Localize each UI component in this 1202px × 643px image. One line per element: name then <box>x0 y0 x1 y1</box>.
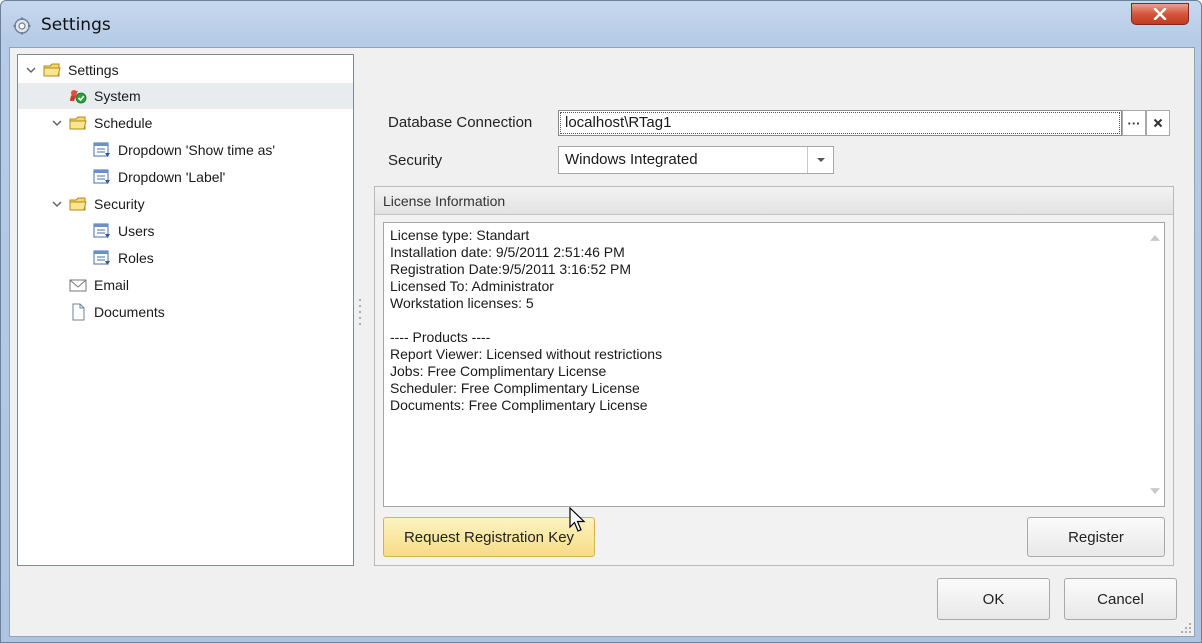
tree-item-label: Dropdown 'Label' <box>118 169 226 185</box>
dropdown-arrow[interactable] <box>807 147 833 173</box>
license-line: Registration Date:9/5/2011 3:16:52 PM <box>390 261 632 277</box>
splitter-handle[interactable] <box>358 296 362 326</box>
license-line: Licensed To: Administrator <box>390 278 554 294</box>
license-line: License type: Standart <box>390 227 530 243</box>
gear-icon <box>13 17 31 35</box>
chevron-down-icon[interactable] <box>50 197 64 211</box>
envelope-icon <box>68 276 88 294</box>
request-registration-key-button[interactable]: Request Registration Key <box>383 517 595 557</box>
tree-item-label: Documents <box>94 304 165 320</box>
title-bar[interactable]: Settings <box>1 1 1201 49</box>
chevron-down-icon[interactable] <box>24 63 38 77</box>
license-line: Jobs: Free Complimentary License <box>390 363 607 379</box>
list-icon <box>92 141 112 159</box>
list-icon <box>92 168 112 186</box>
ok-button[interactable]: OK <box>937 578 1050 620</box>
tree-item-label: Email <box>94 277 130 293</box>
tree-item-documents[interactable]: Documents <box>18 299 353 325</box>
tree-item-settings[interactable]: Settings <box>18 57 353 83</box>
security-label: Security <box>388 152 443 169</box>
tree-item-label: System <box>94 88 141 104</box>
folder-icon <box>68 195 88 213</box>
tree-item-system[interactable]: System <box>18 83 353 109</box>
folder-icon <box>42 61 62 79</box>
tree-item-label: Dropdown 'Show time as' <box>118 142 276 158</box>
tree-item-label: Security <box>94 196 145 212</box>
tree-item-security[interactable]: Security <box>18 191 353 217</box>
list-icon <box>92 222 112 240</box>
tree-item-dropdown-label[interactable]: Dropdown 'Label' <box>18 164 353 190</box>
list-icon <box>92 249 112 267</box>
license-line: Documents: Free Complimentary License <box>390 397 648 413</box>
close-icon <box>1153 8 1167 20</box>
license-information-group: License Information License type: Standa… <box>374 186 1174 566</box>
license-text-area[interactable]: License type: Standart Installation date:… <box>383 222 1165 507</box>
chevron-down-icon <box>816 158 825 162</box>
settings-tree[interactable]: Settings System Schedule Dropdown 'Show tim… <box>17 54 354 566</box>
dialog-client-area: Settings System Schedule Dropdown 'Show tim… <box>9 47 1195 637</box>
tree-item-users[interactable]: Users <box>18 218 353 244</box>
tree-item-label: Users <box>118 223 155 239</box>
security-dropdown[interactable]: Windows Integrated <box>558 146 834 174</box>
tree-item-email[interactable]: Email <box>18 272 353 298</box>
license-line: Installation date: 9/5/2011 2:51:46 PM <box>390 244 625 260</box>
tree-item-roles[interactable]: Roles <box>18 245 353 271</box>
database-connection-input[interactable]: localhost\RTag1 <box>558 110 1122 136</box>
license-lines: License type: Standart Installation date:… <box>390 227 1158 414</box>
window-title: Settings <box>41 15 111 35</box>
security-value: Windows Integrated <box>565 151 698 168</box>
document-icon <box>68 303 88 321</box>
license-line <box>390 312 1158 329</box>
tree-item-label: Schedule <box>94 115 153 131</box>
license-information-header: License Information <box>375 187 1173 215</box>
license-line: Report Viewer: Licensed without restrict… <box>390 346 663 362</box>
license-line: Workstation licenses: 5 <box>390 295 534 311</box>
system-check-icon <box>68 87 88 105</box>
tree-item-dropdown-show-time-as[interactable]: Dropdown 'Show time as' <box>18 137 353 163</box>
resize-grip-icon[interactable] <box>1180 622 1192 634</box>
cancel-button[interactable]: Cancel <box>1064 578 1177 620</box>
clear-icon <box>1153 118 1163 128</box>
tree-item-label: Settings <box>68 62 119 78</box>
database-connection-label: Database Connection <box>388 114 533 131</box>
vertical-scrollbar[interactable] <box>1146 223 1164 506</box>
license-line: ---- Products ---- <box>390 329 491 345</box>
clear-button[interactable] <box>1146 110 1170 136</box>
license-line: Scheduler: Free Complimentary License <box>390 380 640 396</box>
chevron-down-icon[interactable] <box>50 116 64 130</box>
register-button[interactable]: Register <box>1027 517 1165 557</box>
browse-button[interactable]: ··· <box>1122 110 1146 136</box>
folder-icon <box>68 114 88 132</box>
tree-item-label: Roles <box>118 250 154 266</box>
settings-window: Settings Settings System Schedule Dropdown … <box>0 0 1202 643</box>
mouse-cursor-icon <box>569 507 586 532</box>
tree-item-schedule[interactable]: Schedule <box>18 110 353 136</box>
close-button[interactable] <box>1131 3 1189 25</box>
